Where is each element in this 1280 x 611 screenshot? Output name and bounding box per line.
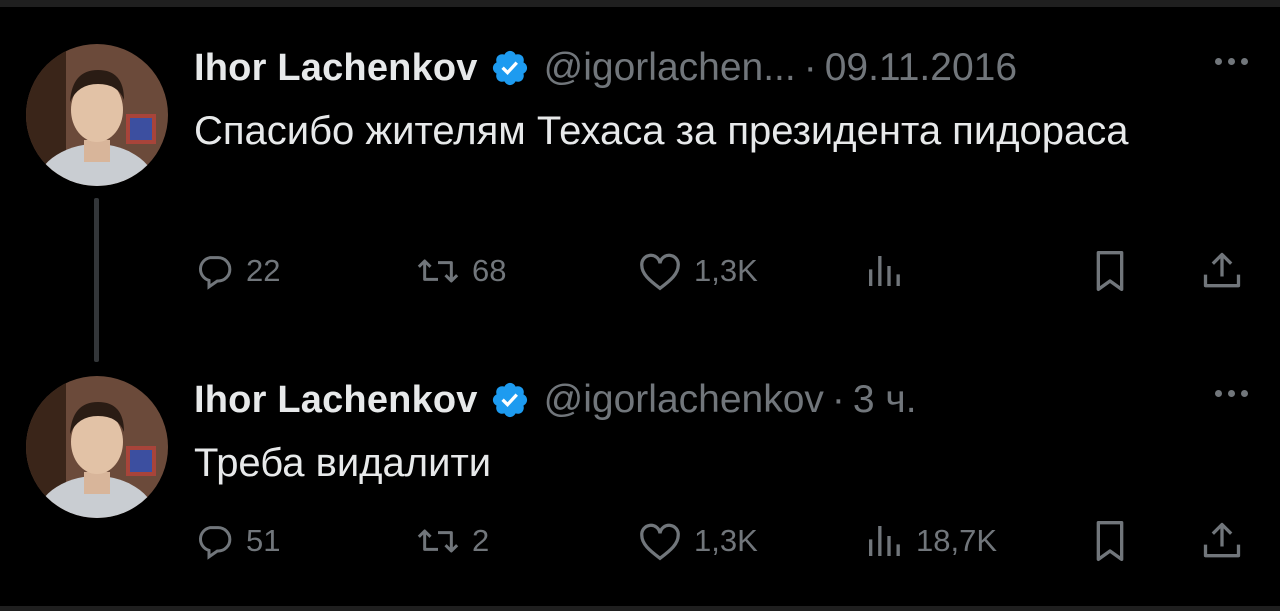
author-name[interactable]: Ihor Lachenkov	[194, 47, 478, 90]
like-icon	[640, 253, 680, 291]
bookmark-icon	[1096, 251, 1124, 292]
like-count: 1,3K	[694, 523, 758, 558]
retweet-count: 2	[472, 523, 490, 558]
action-bar: 51 2 1,3K 18,7K	[194, 516, 1254, 566]
author-name[interactable]: Ihor Lachenkov	[194, 379, 478, 422]
separator: ·	[803, 46, 817, 89]
views-button[interactable]: 18,7K	[864, 516, 997, 566]
bookmark-button[interactable]	[1090, 516, 1130, 566]
reply-button[interactable]: 51	[194, 516, 280, 566]
share-button[interactable]	[1200, 516, 1244, 566]
author-handle[interactable]: @igorlachen...	[544, 46, 796, 90]
more-icon[interactable]	[1215, 390, 1248, 397]
reply-count: 51	[246, 523, 281, 558]
like-count: 1,3K	[694, 253, 758, 288]
avatar[interactable]	[26, 376, 168, 518]
retweet-button[interactable]: 2	[416, 516, 489, 566]
like-button[interactable]: 1,3K	[638, 516, 758, 566]
retweet-icon	[417, 259, 459, 283]
action-bar: 22 68 1,3K	[194, 246, 1254, 296]
like-icon	[640, 523, 680, 561]
verified-badge-icon	[490, 380, 530, 420]
like-button[interactable]: 1,3K	[638, 246, 758, 296]
avatar[interactable]	[26, 44, 168, 186]
tweet-text: Треба видалити	[194, 441, 492, 485]
separator: ·	[831, 378, 845, 421]
views-button[interactable]	[864, 246, 916, 296]
thread-connector-line	[94, 198, 99, 362]
reply-button[interactable]: 22	[194, 246, 280, 296]
verified-badge-icon	[490, 48, 530, 88]
retweet-count: 68	[472, 253, 507, 288]
tweet-timestamp[interactable]: 09.11.2016	[825, 46, 1017, 90]
share-icon	[1203, 252, 1241, 288]
reply-icon	[199, 256, 232, 290]
retweet-button[interactable]: 68	[416, 246, 506, 296]
author-handle[interactable]: @igorlachenkov	[544, 378, 824, 422]
top-border	[0, 0, 1280, 7]
views-icon	[869, 526, 900, 556]
views-count: 18,7K	[916, 523, 998, 558]
tweet-text: Спасибо жителям Техаса за президента пид…	[194, 109, 1129, 153]
tweet-header: Ihor Lachenkov @igorlachenkov · 3 ч.	[194, 374, 917, 426]
bookmark-icon	[1096, 521, 1124, 561]
bookmark-button[interactable]	[1090, 246, 1130, 296]
more-icon[interactable]	[1215, 58, 1248, 65]
retweet-icon	[417, 529, 459, 553]
bottom-border	[0, 606, 1280, 611]
reply-icon	[199, 526, 232, 560]
share-button[interactable]	[1200, 246, 1244, 296]
tweet-timestamp[interactable]: 3 ч.	[853, 378, 917, 422]
views-icon	[869, 256, 900, 286]
share-icon	[1203, 522, 1241, 558]
reply-count: 22	[246, 253, 281, 288]
tweet-header: Ihor Lachenkov @igorlachen... · 09.11.20…	[194, 42, 1017, 94]
